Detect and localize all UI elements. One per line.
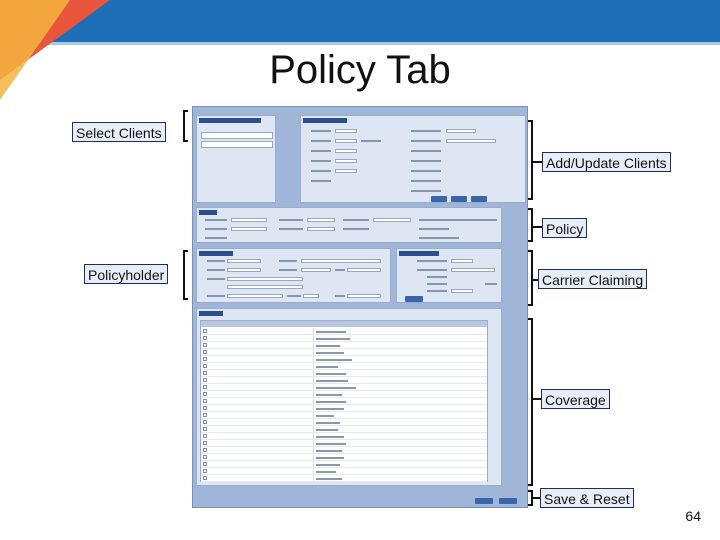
coverage-table-row (201, 454, 487, 461)
coverage-row-checkbox (203, 329, 207, 333)
bracket-coverage (528, 318, 533, 486)
slide-title: Policy Tab (269, 48, 451, 92)
coverage-table-row (201, 440, 487, 447)
bracket-policy (528, 208, 533, 242)
coverage-table-row (201, 384, 487, 391)
coverage-table-row (201, 377, 487, 384)
bracket-select-clients (183, 110, 188, 142)
coverage-table-row (201, 342, 487, 349)
coverage-table-row (201, 461, 487, 468)
coverage-row-checkbox (203, 399, 207, 403)
coverage-table-row (201, 412, 487, 419)
bracket-carrier-claiming (528, 250, 533, 306)
select-clients-panel (196, 115, 276, 203)
coverage-row-checkbox (203, 371, 207, 375)
coverage-row-checkbox (203, 413, 207, 417)
coverage-table-row (201, 405, 487, 412)
coverage-table-row (201, 391, 487, 398)
coverage-row-checkbox (203, 427, 207, 431)
carrier-claiming-panel (396, 248, 502, 303)
coverage-row-checkbox (203, 385, 207, 389)
coverage-table-row (201, 363, 487, 370)
coverage-table-row (201, 475, 487, 482)
coverage-row-checkbox (203, 462, 207, 466)
coverage-table-row (201, 398, 487, 405)
coverage-row-checkbox (203, 434, 207, 438)
coverage-row-checkbox (203, 441, 207, 445)
coverage-row-checkbox (203, 357, 207, 361)
callout-add-update-clients: Add/Update Clients (542, 152, 671, 172)
coverage-row-checkbox (203, 378, 207, 382)
coverage-row-checkbox (203, 448, 207, 452)
connector-policy (532, 226, 542, 228)
coverage-row-checkbox (203, 420, 207, 424)
coverage-row-checkbox (203, 469, 207, 473)
coverage-row-checkbox (203, 392, 207, 396)
coverage-table-row (201, 349, 487, 356)
coverage-table-row (201, 335, 487, 342)
coverage-table-row (201, 426, 487, 433)
callout-select-clients: Select Clients (72, 122, 166, 142)
coverage-row-checkbox (203, 455, 207, 459)
coverage-row-checkbox (203, 406, 207, 410)
callout-save-reset: Save & Reset (540, 488, 634, 508)
bracket-policyholder (183, 250, 188, 300)
coverage-table (200, 320, 488, 482)
connector-add-update (532, 161, 542, 163)
coverage-row-checkbox (203, 364, 207, 368)
coverage-row-checkbox (203, 476, 207, 480)
save-button-mini (475, 498, 493, 504)
coverage-table-row (201, 468, 487, 475)
coverage-table-row (201, 328, 487, 335)
coverage-table-row (201, 433, 487, 440)
callout-coverage: Coverage (541, 389, 610, 409)
coverage-table-row (201, 356, 487, 363)
reset-button-mini (499, 498, 517, 504)
callout-policy: Policy (542, 218, 588, 238)
policyholder-panel (196, 248, 391, 303)
coverage-table-row (201, 447, 487, 454)
bracket-add-update-clients (528, 120, 533, 200)
coverage-row-checkbox (203, 336, 207, 340)
coverage-row-checkbox (203, 343, 207, 347)
add-update-clients-panel (300, 115, 526, 203)
coverage-table-row (201, 370, 487, 377)
page-number: 64 (685, 508, 701, 524)
callout-policyholder: Policyholder (84, 264, 169, 284)
policy-panel (196, 207, 502, 243)
coverage-table-row (201, 419, 487, 426)
policy-tab-screenshot (192, 106, 528, 508)
coverage-row-checkbox (203, 350, 207, 354)
callout-carrier-claiming: Carrier Claiming (538, 269, 648, 289)
